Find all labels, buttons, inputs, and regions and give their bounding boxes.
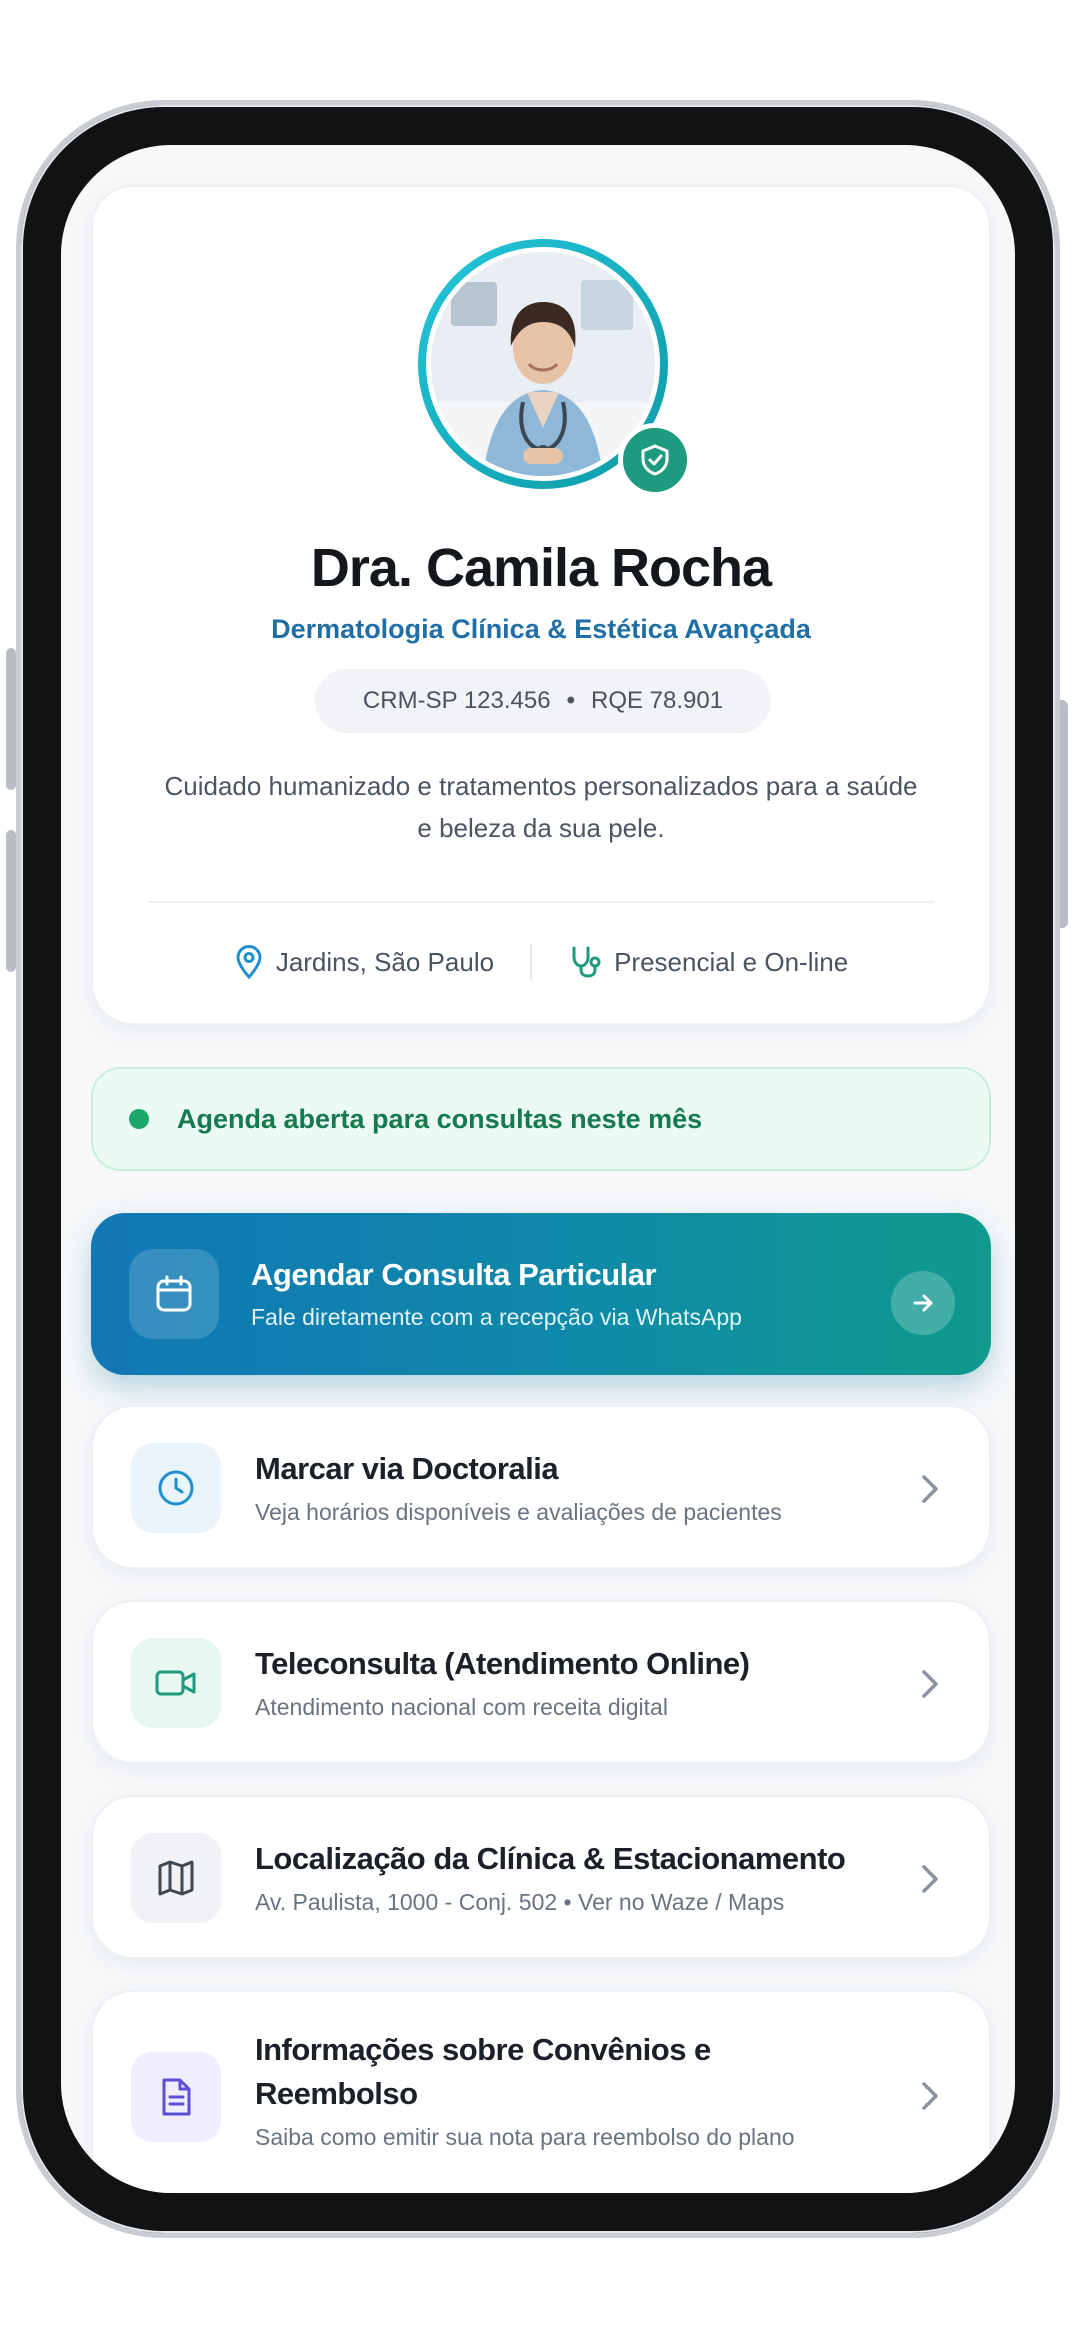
book-private-consultation-button[interactable]: Agendar Consulta Particular Fale diretam… — [91, 1213, 991, 1375]
option-title: Marcar via Doctoralia — [255, 1451, 559, 1486]
phone-frame: Dra. Camila Rocha Dermatologia Clínica &… — [16, 100, 1060, 2238]
location: Jardins, São Paulo — [234, 945, 494, 979]
insurance-reimbursement-option[interactable]: Informações sobre Convênios e Reembolso … — [91, 1990, 991, 2193]
meta-separator — [530, 944, 533, 980]
modality: Presencial e On-line — [568, 945, 848, 979]
chevron-right-icon — [915, 1664, 945, 1704]
option-title-line2: Reembolso — [255, 2076, 418, 2111]
clinic-location-option[interactable]: Localização da Clínica & Estacionamento … — [91, 1795, 991, 1959]
chevron-right-icon — [915, 1859, 945, 1899]
status-dot — [129, 1109, 149, 1129]
location-text: Jardins, São Paulo — [275, 946, 495, 977]
modality-text: Presencial e On-line — [614, 946, 849, 977]
volume-down-button — [6, 830, 16, 972]
volume-up-button — [6, 648, 16, 790]
video-camera-icon — [131, 1638, 221, 1728]
option-title: Localização da Clínica & Estacionamento — [255, 1841, 846, 1876]
doctoralia-option[interactable]: Marcar via Doctoralia Veja horários disp… — [91, 1405, 991, 1569]
doctor-name: Dra. Camila Rocha — [310, 538, 772, 598]
availability-text: Agenda aberta para consultas neste mês — [177, 1103, 703, 1134]
rqe-number: RQE 78.901 — [590, 687, 724, 714]
screen: Dra. Camila Rocha Dermatologia Clínica &… — [61, 145, 1015, 2193]
verified-shield-icon — [618, 423, 692, 497]
meta-row: Jardins, São Paulo Presencial e On-line — [93, 937, 989, 987]
chevron-right-icon — [915, 1469, 945, 1509]
cta-subtitle: Fale diretamente com a recepção via What… — [251, 1304, 742, 1330]
option-subtitle: Atendimento nacional com receita digital — [255, 1694, 668, 1720]
option-subtitle: Saiba como emitir sua nota para reembols… — [255, 2124, 795, 2150]
map-icon — [131, 1833, 221, 1923]
option-subtitle: Veja horários disponíveis e avaliações d… — [255, 1499, 782, 1525]
separator-dot: • — [566, 687, 575, 714]
clock-icon — [131, 1443, 221, 1533]
specialty: Dermatologia Clínica & Estética Avançada — [271, 614, 811, 644]
calendar-icon — [129, 1249, 219, 1339]
divider — [148, 901, 934, 903]
location-pin-icon — [236, 945, 262, 979]
document-icon — [131, 2052, 221, 2142]
option-title: Teleconsulta (Atendimento Online) — [255, 1646, 750, 1681]
registration-badge: CRM-SP 123.456 • RQE 78.901 — [315, 669, 771, 733]
arrow-right-icon — [891, 1271, 955, 1335]
availability-banner: Agenda aberta para consultas neste mês — [91, 1067, 991, 1171]
option-title-line1: Informações sobre Convênios e — [255, 2032, 711, 2067]
chevron-right-icon — [915, 2076, 945, 2116]
cta-title: Agendar Consulta Particular — [251, 1257, 657, 1292]
bio: Cuidado humanizado e tratamentos persona… — [164, 771, 918, 843]
profile-card: Dra. Camila Rocha Dermatologia Clínica &… — [91, 185, 991, 1025]
crm-number: CRM-SP 123.456 — [362, 687, 551, 714]
stethoscope-icon — [572, 946, 601, 978]
teleconsultation-option[interactable]: Teleconsulta (Atendimento Online) Atendi… — [91, 1600, 991, 1764]
option-subtitle: Av. Paulista, 1000 - Conj. 502 • Ver no … — [255, 1889, 785, 1915]
